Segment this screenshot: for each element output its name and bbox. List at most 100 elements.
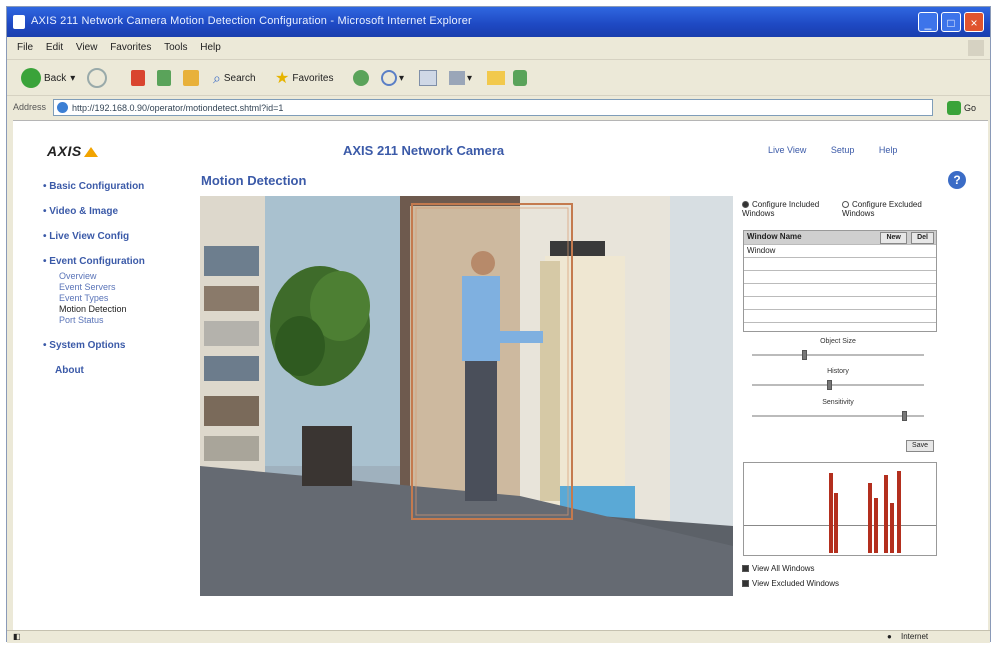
minimize-button[interactable]: _ [918,12,938,32]
close-button[interactable]: × [964,12,984,32]
search-icon: ⌕ [213,69,221,86]
top-links: Live View Setup Help [768,145,919,155]
window-name-header: Window Name [747,232,802,241]
print-icon [449,71,465,85]
live-view-link[interactable]: Live View [768,145,806,155]
activity-bar [897,471,901,553]
radio-exclude-indicator[interactable] [842,201,849,208]
page-content: AXIS AXIS 211 Network Camera Live View S… [13,120,988,631]
go-label: Go [964,102,977,113]
sidebar-item-event-config[interactable]: • Event Configuration [43,256,193,267]
menu-file[interactable]: File [17,42,33,53]
window-list-item[interactable]: Window [744,245,936,258]
favorites-button[interactable]: ★ Favorites [275,67,333,89]
view-all-checkbox-box[interactable] [742,565,749,572]
back-button[interactable]: Back ▾ [21,67,75,89]
mail-icon [419,70,437,86]
media-button[interactable] [353,67,369,89]
home-button[interactable] [183,67,199,89]
view-excluded-windows-checkbox[interactable]: View Excluded Windows [742,579,839,588]
print-button[interactable]: ▾ [449,67,472,89]
window-list: Window Name New Del Window [743,230,937,332]
page-title: AXIS 211 Network Camera [343,143,505,158]
address-label: Address [13,102,47,112]
go-button[interactable]: Go [947,99,983,116]
back-dropdown-icon: ▾ [70,72,76,84]
back-arrow-icon [21,68,41,88]
delete-window-button[interactable]: Del [911,232,934,244]
search-button[interactable]: ⌕ Search [213,67,256,89]
folder-icon [487,71,505,85]
radio-include-indicator[interactable] [742,201,749,208]
address-bar: Address http://192.168.0.90/operator/mot… [7,95,990,120]
sidebar-item-video-image[interactable]: • Video & Image [43,206,193,217]
address-input[interactable]: http://192.168.0.90/operator/motiondetec… [53,99,933,116]
sensitivity-slider[interactable] [752,411,924,421]
forward-button[interactable] [87,67,107,89]
folder-button[interactable] [487,67,505,89]
search-label: Search [223,72,256,84]
history-icon [381,70,397,86]
history-button[interactable]: ▾ [381,67,404,89]
browser-window: AXIS 211 Network Camera Motion Detection… [6,6,991,643]
menu-bar: File Edit View Favorites Tools Help [7,37,990,59]
sidebar-subitem-event-servers[interactable]: Event Servers [59,282,193,293]
axis-logo: AXIS [47,143,98,159]
new-window-button[interactable]: New [880,232,907,244]
forward-arrow-icon [87,68,107,88]
ie-page-icon [13,15,25,29]
history-slider[interactable] [752,380,924,390]
sidebar-subitem-overview[interactable]: Overview [59,271,193,282]
activity-bar [834,493,838,553]
refresh-icon [157,70,171,86]
mail-button[interactable] [419,67,437,89]
menu-favorites[interactable]: Favorites [110,42,151,53]
sidebar-subitem-port-status[interactable]: Port Status [59,315,193,326]
object-size-slider-thumb[interactable] [802,350,808,360]
help-link[interactable]: Help [879,145,898,155]
object-size-slider[interactable] [752,350,924,360]
history-slider-thumb[interactable] [827,380,833,390]
sidebar-subitem-motion-detection[interactable]: Motion Detection [59,304,193,315]
toolbar: Back ▾ ⌕ Search ★ Favorites ▾ ▾ [7,59,990,96]
window-list-header: Window Name New Del [744,231,936,245]
home-icon [183,70,199,86]
back-label: Back [44,72,67,84]
maximize-button[interactable]: □ [941,12,961,32]
camera-video-view[interactable] [200,196,733,596]
menu-help[interactable]: Help [200,42,221,53]
camera-scene-image [200,196,733,596]
sidebar-subitem-event-types[interactable]: Event Types [59,293,193,304]
sidebar-item-about[interactable]: About [55,365,193,376]
sidebar-item-system-options[interactable]: • System Options [43,340,193,351]
sensitivity-slider-thumb[interactable] [902,411,908,421]
save-button[interactable]: Save [906,440,934,452]
view-all-windows-checkbox[interactable]: View All Windows [742,564,815,573]
stop-icon [131,70,145,86]
media-icon [353,70,369,86]
internet-zone-label: Internet [901,632,929,641]
windows-logo-icon [968,40,984,56]
help-icon[interactable]: ? [948,171,966,189]
stop-button[interactable] [131,67,145,89]
section-title: Motion Detection [201,173,307,188]
messenger-button[interactable] [513,67,527,89]
status-bar: ◧ ● Internet [7,630,990,643]
sidebar-item-live-view-config[interactable]: • Live View Config [43,231,193,242]
menu-edit[interactable]: Edit [46,42,63,53]
window-list-empty-row [744,258,936,271]
menu-view[interactable]: View [76,42,98,53]
sidebar-item-basic-config[interactable]: • Basic Configuration [43,181,193,192]
radio-include-windows[interactable]: Configure Included Windows [742,200,837,218]
history-label: History [827,368,849,375]
object-size-label: Object Size [820,338,856,345]
setup-link[interactable]: Setup [831,145,855,155]
radio-exclude-windows[interactable]: Configure Excluded Windows [842,200,937,218]
window-list-empty-row [744,284,936,297]
menu-tools[interactable]: Tools [164,42,187,53]
activity-bar [890,503,894,553]
motion-settings-panel: Configure Included Windows Configure Exc… [738,196,938,596]
refresh-button[interactable] [157,67,171,89]
activity-graph [743,462,937,556]
view-excluded-checkbox-box[interactable] [742,580,749,587]
